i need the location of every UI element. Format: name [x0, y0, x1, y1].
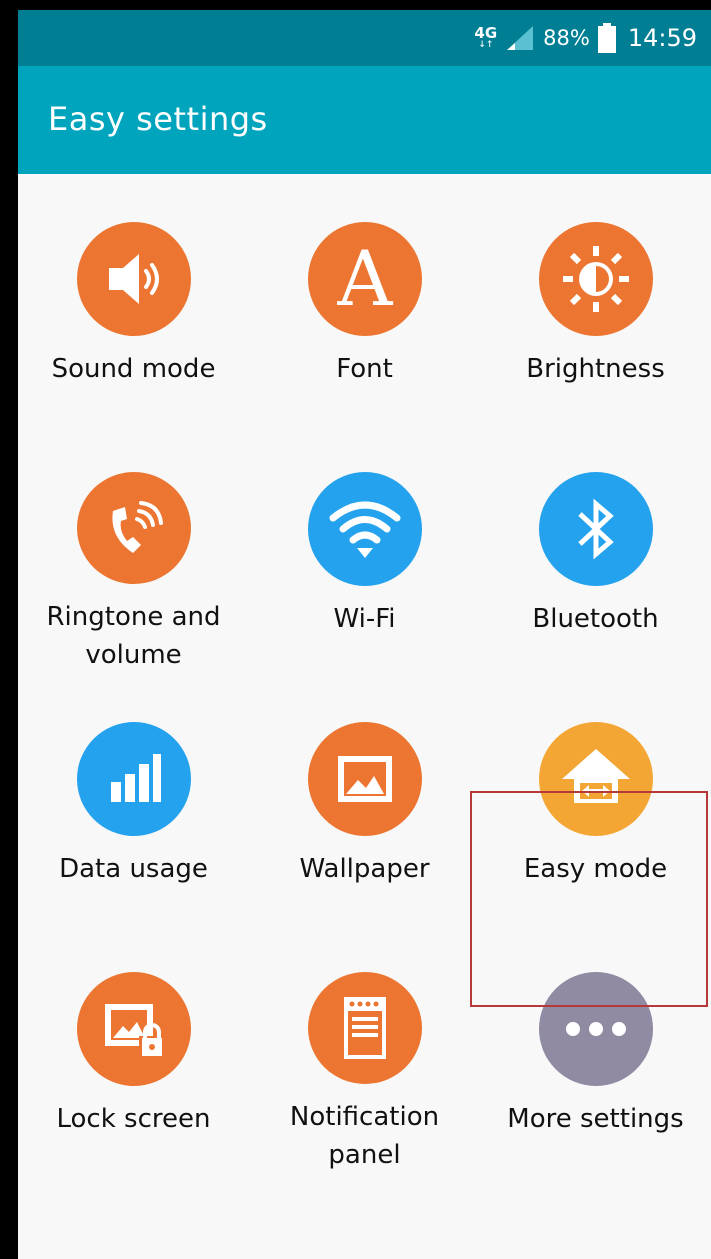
ringtone-icon [76, 472, 191, 584]
tile-label: Wallpaper [299, 854, 430, 884]
tile-ringtone-volume[interactable]: Ringtone and volume [18, 424, 249, 674]
svg-text:A: A [336, 239, 393, 319]
status-icons: 4G ↓↑ 88% 14:59 [474, 10, 697, 66]
tile-label: Lock screen [56, 1104, 211, 1134]
tile-label: Font [336, 354, 393, 384]
network-type: 4G [474, 23, 498, 42]
battery-percent: 88% [543, 26, 590, 50]
status-bar: 4G ↓↑ 88% 14:59 [18, 10, 711, 66]
tile-wifi[interactable]: Wi-Fi [249, 424, 480, 674]
notification-panel-icon [307, 972, 422, 1084]
wifi-icon [307, 472, 422, 586]
clock: 14:59 [627, 24, 697, 52]
tile-label: Brightness [526, 354, 665, 384]
tile-label: Notification panel [289, 1102, 440, 1170]
tile-label: Wi-Fi [333, 604, 396, 634]
brightness-icon [538, 222, 653, 336]
tile-label: Data usage [59, 854, 208, 884]
tile-brightness[interactable]: Brightness [480, 174, 711, 424]
lock-screen-icon [76, 972, 191, 1086]
tile-notification-panel[interactable]: Notification panel [249, 924, 480, 1174]
network-indicator: 4G ↓↑ [474, 23, 498, 50]
wallpaper-icon [307, 722, 422, 836]
phone-screen: 4G ↓↑ 88% 14:59 Easy settings Sound mode… [18, 10, 711, 1259]
page-title: Easy settings [48, 100, 268, 138]
tile-label: Ringtone and volume [46, 602, 221, 670]
tile-wallpaper[interactable]: Wallpaper [249, 674, 480, 924]
battery-icon [597, 23, 616, 53]
tile-sound-mode[interactable]: Sound mode [18, 174, 249, 424]
signal-icon [507, 26, 534, 50]
sound-mode-icon [76, 222, 191, 336]
tile-bluetooth[interactable]: Bluetooth [480, 424, 711, 674]
settings-grid: Sound mode A Font Brightness Ringtone an… [18, 174, 711, 1259]
tile-label: Bluetooth [532, 604, 659, 634]
tile-lock-screen[interactable]: Lock screen [18, 924, 249, 1174]
tile-label: Sound mode [51, 354, 216, 384]
data-usage-icon [76, 722, 191, 836]
bluetooth-icon [538, 472, 653, 586]
app-bar: Easy settings [18, 66, 711, 174]
tile-label: More settings [507, 1104, 684, 1134]
font-icon: A [307, 222, 422, 336]
data-activity-arrows: ↓↑ [478, 39, 494, 50]
tile-data-usage[interactable]: Data usage [18, 674, 249, 924]
selection-highlight [470, 791, 708, 1007]
tile-font[interactable]: A Font [249, 174, 480, 424]
